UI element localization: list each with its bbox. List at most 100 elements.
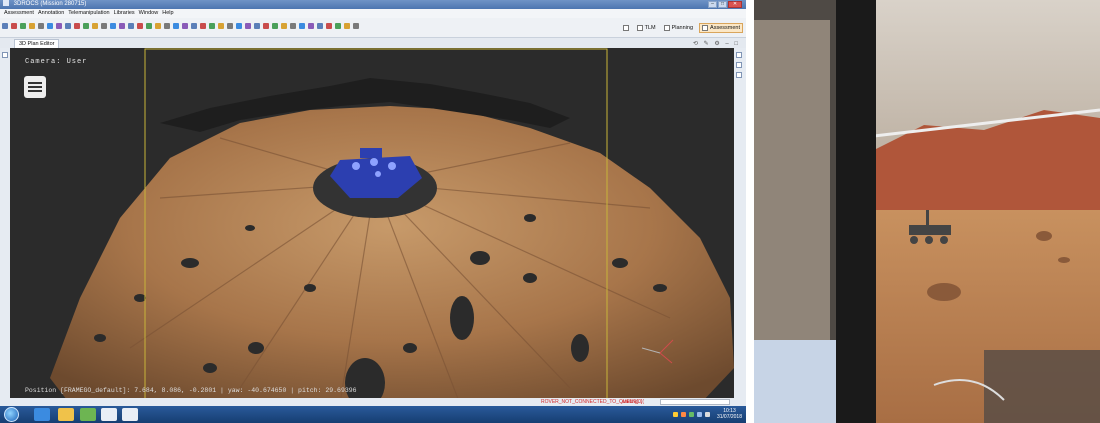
properties-view-icon[interactable] bbox=[736, 72, 742, 78]
toolbar-tool-icon[interactable] bbox=[155, 23, 161, 29]
toolbar-tool-icon[interactable] bbox=[272, 23, 278, 29]
toolbar-tool-icon[interactable] bbox=[92, 23, 98, 29]
toolbar-tool-icon[interactable] bbox=[218, 23, 224, 29]
app-3drocs-icon[interactable] bbox=[101, 408, 117, 421]
toolbar-tool-icon[interactable] bbox=[182, 23, 188, 29]
perspective-open-icon[interactable] bbox=[621, 23, 631, 33]
toolbar-tool-icon[interactable] bbox=[128, 23, 134, 29]
toolbar-tool-icon[interactable] bbox=[317, 23, 323, 29]
main-toolbar: TLM Planning Assessment bbox=[0, 18, 746, 38]
system-tray: 10:13 31/07/2018 bbox=[672, 408, 742, 420]
terrain-mesh bbox=[50, 106, 734, 404]
perspective-assessment[interactable]: Assessment bbox=[699, 23, 743, 33]
toolbar-tool-icon[interactable] bbox=[200, 23, 206, 29]
close-button[interactable]: ✕ bbox=[728, 1, 742, 8]
toolbar-tool-icon[interactable] bbox=[254, 23, 260, 29]
tray-icon[interactable] bbox=[672, 411, 678, 417]
tray-icon[interactable] bbox=[680, 411, 686, 417]
editor-view-tools[interactable]: ⟲ ✎ ⚙ – □ bbox=[693, 40, 740, 47]
windows-start-icon[interactable] bbox=[4, 407, 19, 422]
toolbar-tool-icon[interactable] bbox=[164, 23, 170, 29]
outline-view-icon[interactable] bbox=[736, 62, 742, 68]
minimize-button[interactable]: – bbox=[708, 1, 717, 8]
toolbar-tool-icon[interactable] bbox=[11, 23, 17, 29]
window-titlebar[interactable]: 3DROCS (Mission 280715) – □ ✕ bbox=[0, 0, 746, 9]
toolbar-tool-icon[interactable] bbox=[191, 23, 197, 29]
toolbar-tool-icon[interactable] bbox=[38, 23, 44, 29]
restore-view-icon[interactable] bbox=[2, 52, 8, 58]
network-icon[interactable] bbox=[696, 411, 702, 417]
menu-window[interactable]: Window bbox=[137, 9, 161, 18]
toolbar-tool-icon[interactable] bbox=[263, 23, 269, 29]
app-3drocs-second-icon[interactable] bbox=[122, 408, 138, 421]
toolbar-tool-icon[interactable] bbox=[74, 23, 80, 29]
tlm-icon bbox=[636, 25, 643, 31]
position-readout: Position [FRAMEGO_default]: 7.684, 8.086… bbox=[25, 387, 357, 394]
toolbar-tool-icon[interactable] bbox=[137, 23, 143, 29]
perspective-switcher: TLM Planning Assessment bbox=[621, 23, 743, 33]
app-icon bbox=[3, 0, 9, 7]
taskbar-clock[interactable]: 10:13 31/07/2018 bbox=[717, 408, 742, 420]
toolbar-icons bbox=[2, 23, 359, 29]
toolbar-tool-icon[interactable] bbox=[308, 23, 314, 29]
toolbar-tool-icon[interactable] bbox=[344, 23, 350, 29]
perspective-tlm[interactable]: TLM bbox=[635, 23, 658, 33]
toolbar-tool-icon[interactable] bbox=[227, 23, 233, 29]
tab-label: 3D Plan Editor bbox=[19, 41, 55, 47]
toolbar-tool-icon[interactable] bbox=[290, 23, 296, 29]
mars-yard-photo bbox=[754, 0, 1100, 423]
toolbar-tool-icon[interactable] bbox=[245, 23, 251, 29]
folder-icon[interactable] bbox=[58, 408, 74, 421]
toolbar-tool-icon[interactable] bbox=[173, 23, 179, 29]
assessment-icon bbox=[702, 25, 709, 31]
toolbar-tool-icon[interactable] bbox=[56, 23, 62, 29]
composite-image: 3DROCS (Mission 280715) – □ ✕ Assessment… bbox=[0, 0, 1100, 423]
toolbar-tool-icon[interactable] bbox=[83, 23, 89, 29]
toolbar-tool-icon[interactable] bbox=[2, 23, 8, 29]
toolbar-tool-icon[interactable] bbox=[20, 23, 26, 29]
progress-field bbox=[660, 399, 730, 405]
photo-of-mars-yard bbox=[754, 0, 1100, 423]
window-controls: – □ ✕ bbox=[708, 1, 742, 8]
internet-explorer-icon[interactable] bbox=[34, 408, 50, 421]
windows-taskbar: 10:13 31/07/2018 bbox=[0, 406, 746, 423]
tray-icon[interactable] bbox=[688, 411, 694, 417]
3d-viewport[interactable]: Camera: User Position [FRAMEGO_default]:… bbox=[10, 48, 734, 404]
toolbar-tool-icon[interactable] bbox=[299, 23, 305, 29]
toolbar-tool-icon[interactable] bbox=[236, 23, 242, 29]
toolbar-tool-icon[interactable] bbox=[119, 23, 125, 29]
toolbar-tool-icon[interactable] bbox=[209, 23, 215, 29]
camera-label: Camera: User bbox=[25, 58, 88, 66]
toolbar-tool-icon[interactable] bbox=[65, 23, 71, 29]
toolbar-tool-icon[interactable] bbox=[353, 23, 359, 29]
app-launcher-icon[interactable] bbox=[80, 408, 96, 421]
wait-status-text: waiting... bbox=[622, 399, 642, 405]
terrain-render bbox=[50, 48, 734, 404]
editor-tabbar: 3D Plan Editor ⟲ ✎ ⚙ – □ bbox=[0, 38, 746, 48]
minimize-panel-icon[interactable] bbox=[736, 52, 742, 58]
toolbar-tool-icon[interactable] bbox=[110, 23, 116, 29]
volume-icon[interactable] bbox=[704, 411, 710, 417]
tab-3d-plan-editor[interactable]: 3D Plan Editor bbox=[14, 39, 60, 48]
toolbar-tool-icon[interactable] bbox=[47, 23, 53, 29]
menu-telemanipulation[interactable]: Telemanipulation bbox=[66, 9, 111, 18]
perspective-planning[interactable]: Planning bbox=[662, 23, 695, 33]
right-trim-bar bbox=[734, 48, 746, 404]
status-bar: ROVER_NOT_CONNECTED_TO_QUEUE[0]( waiting… bbox=[0, 398, 746, 406]
maximize-button[interactable]: □ bbox=[718, 1, 727, 8]
window-title: 3DROCS (Mission 280715) bbox=[13, 1, 87, 7]
toolbar-tool-icon[interactable] bbox=[326, 23, 332, 29]
left-trim-bar bbox=[0, 48, 10, 404]
application-screenshot: 3DROCS (Mission 280715) – □ ✕ Assessment… bbox=[0, 0, 746, 423]
menu-assessment[interactable]: Assessment bbox=[2, 9, 36, 18]
toolbar-tool-icon[interactable] bbox=[29, 23, 35, 29]
menu-annotation[interactable]: Annotation bbox=[36, 9, 66, 18]
hamburger-icon[interactable] bbox=[24, 76, 46, 98]
toolbar-tool-icon[interactable] bbox=[335, 23, 341, 29]
toolbar-tool-icon[interactable] bbox=[281, 23, 287, 29]
planning-icon bbox=[663, 25, 670, 31]
menu-libraries[interactable]: Libraries bbox=[112, 9, 137, 18]
toolbar-tool-icon[interactable] bbox=[146, 23, 152, 29]
menu-help[interactable]: Help bbox=[160, 9, 175, 18]
toolbar-tool-icon[interactable] bbox=[101, 23, 107, 29]
